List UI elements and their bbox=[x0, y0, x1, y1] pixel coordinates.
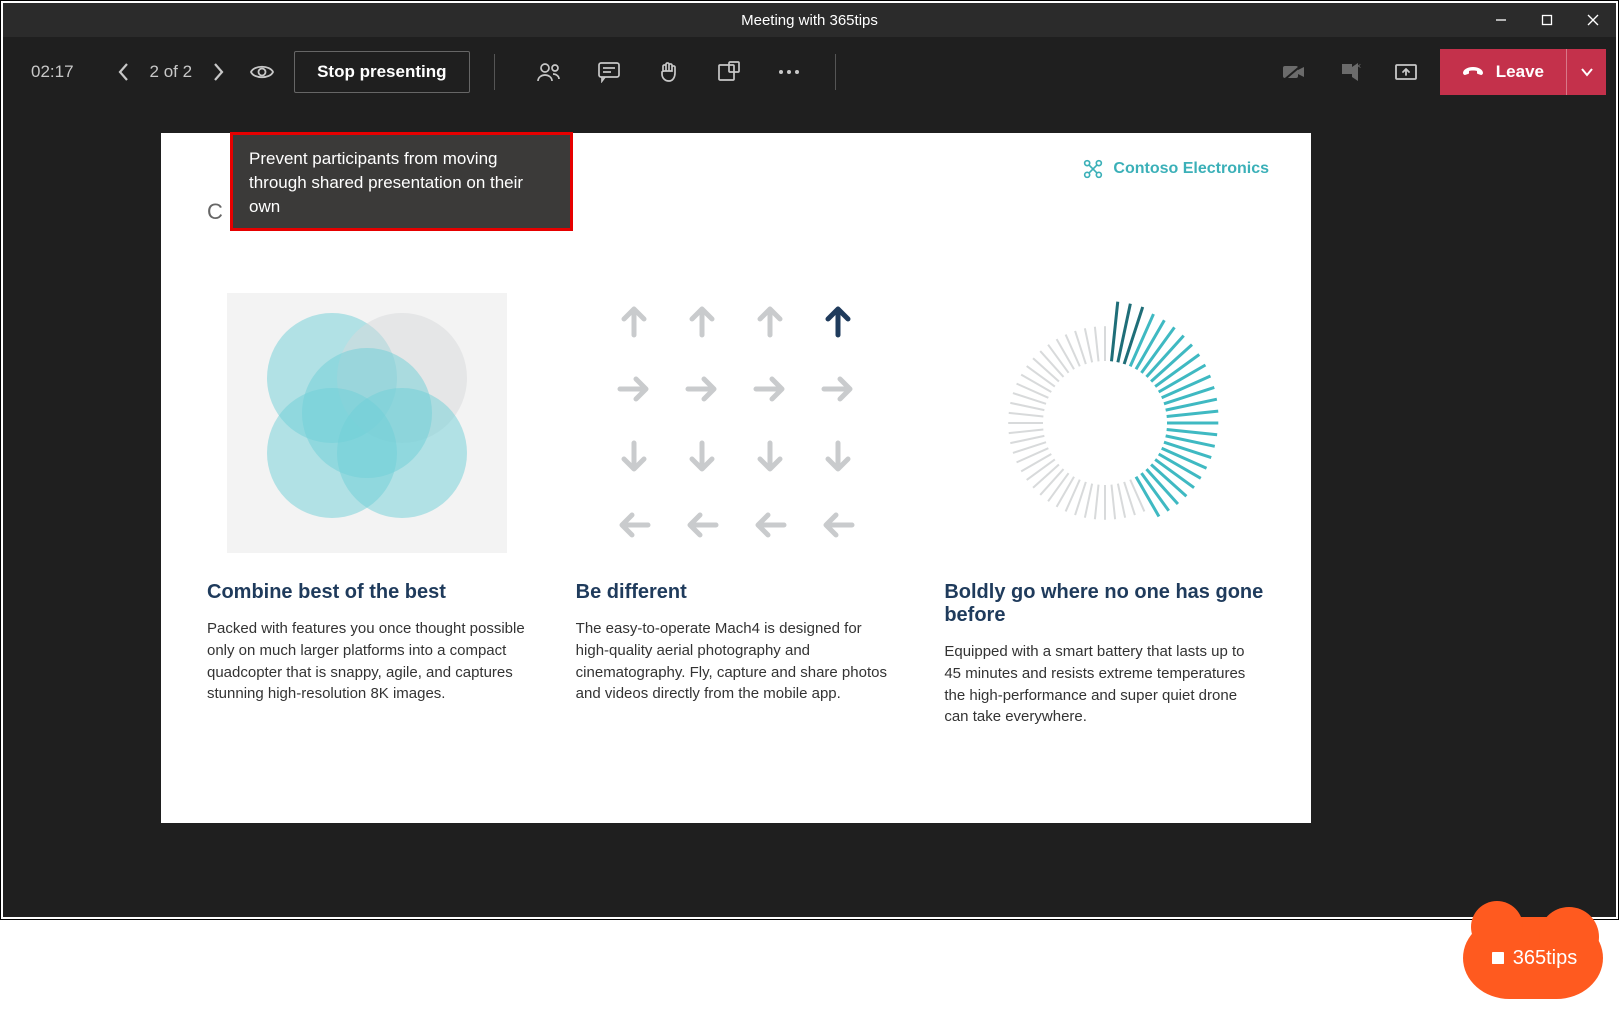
col2-heading: Be different bbox=[576, 581, 897, 604]
brand-label: Contoso Electronics bbox=[1113, 160, 1269, 178]
arrow-left-icon bbox=[606, 497, 662, 553]
arrow-left-icon bbox=[810, 497, 866, 553]
radial-burst-graphic bbox=[944, 293, 1265, 553]
365tips-watermark: 365tips bbox=[1463, 917, 1603, 999]
toolbar-separator bbox=[835, 54, 836, 90]
prev-slide-button[interactable] bbox=[102, 50, 146, 94]
title-bar: Meeting with 365tips bbox=[3, 3, 1616, 37]
arrow-up-icon bbox=[742, 293, 798, 349]
leave-dropdown[interactable] bbox=[1566, 49, 1606, 95]
stop-presenting-button[interactable]: Stop presenting bbox=[294, 51, 469, 93]
arrow-down-icon bbox=[742, 429, 798, 485]
arrow-right-icon bbox=[674, 361, 730, 417]
arrow-up-icon bbox=[606, 293, 662, 349]
share-screen-icon[interactable] bbox=[1384, 50, 1428, 94]
leave-label: Leave bbox=[1496, 62, 1544, 82]
breakout-rooms-icon[interactable] bbox=[707, 50, 751, 94]
venn-graphic bbox=[207, 293, 528, 553]
next-slide-button[interactable] bbox=[196, 50, 240, 94]
private-view-tooltip: Prevent participants from moving through… bbox=[230, 132, 573, 231]
toolbar-separator bbox=[494, 54, 495, 90]
leave-button[interactable]: Leave bbox=[1440, 49, 1566, 95]
col1-body: Packed with features you once thought po… bbox=[207, 618, 528, 705]
column-2: Be different The easy-to-operate Mach4 i… bbox=[576, 293, 897, 728]
presented-slide: Contoso Electronics C bbox=[161, 133, 1311, 823]
arrow-left-icon bbox=[674, 497, 730, 553]
tooltip-text: Prevent participants from moving through… bbox=[249, 149, 523, 216]
column-3: Boldly go where no one has gone before E… bbox=[944, 293, 1265, 728]
mic-muted-icon[interactable]: × bbox=[1328, 50, 1372, 94]
participants-icon[interactable] bbox=[527, 50, 571, 94]
slide-title-obscured: C bbox=[207, 199, 223, 225]
office-icon bbox=[1489, 949, 1507, 967]
camera-off-icon[interactable] bbox=[1272, 50, 1316, 94]
watermark-label: 365tips bbox=[1513, 947, 1578, 970]
meeting-toolbar: 02:17 2 of 2 Stop presenting bbox=[3, 37, 1616, 107]
chat-icon[interactable] bbox=[587, 50, 631, 94]
arrow-down-icon bbox=[810, 429, 866, 485]
hangup-icon bbox=[1462, 65, 1484, 79]
private-view-toggle[interactable] bbox=[240, 50, 284, 94]
slide-columns: Combine best of the best Packed with fea… bbox=[207, 293, 1265, 728]
maximize-button[interactable] bbox=[1524, 3, 1570, 37]
minimize-button[interactable] bbox=[1478, 3, 1524, 37]
arrow-left-icon bbox=[742, 497, 798, 553]
arrow-up-icon bbox=[810, 293, 866, 349]
arrow-right-icon bbox=[810, 361, 866, 417]
raise-hand-icon[interactable] bbox=[647, 50, 691, 94]
column-1: Combine best of the best Packed with fea… bbox=[207, 293, 528, 728]
close-button[interactable] bbox=[1570, 3, 1616, 37]
col2-body: The easy-to-operate Mach4 is designed fo… bbox=[576, 618, 897, 705]
arrow-up-icon bbox=[674, 293, 730, 349]
col3-body: Equipped with a smart battery that lasts… bbox=[944, 641, 1265, 728]
col1-heading: Combine best of the best bbox=[207, 581, 528, 604]
arrow-down-icon bbox=[606, 429, 662, 485]
arrow-right-icon bbox=[606, 361, 662, 417]
arrow-right-icon bbox=[742, 361, 798, 417]
teams-meeting-window: Meeting with 365tips 02:17 2 of 2 bbox=[3, 3, 1616, 917]
window-title: Meeting with 365tips bbox=[741, 12, 878, 29]
company-brand: Contoso Electronics bbox=[1083, 159, 1269, 179]
slide-counter: 2 of 2 bbox=[150, 62, 193, 82]
arrow-down-icon bbox=[674, 429, 730, 485]
more-actions-icon[interactable] bbox=[767, 50, 811, 94]
col3-heading: Boldly go where no one has gone before bbox=[944, 581, 1265, 627]
arrow-grid-graphic bbox=[576, 293, 897, 553]
leave-button-group: Leave bbox=[1440, 49, 1606, 95]
svg-text:×: × bbox=[1356, 61, 1361, 71]
meeting-timer: 02:17 bbox=[31, 62, 74, 82]
window-controls bbox=[1478, 3, 1616, 37]
drone-icon bbox=[1083, 159, 1103, 179]
